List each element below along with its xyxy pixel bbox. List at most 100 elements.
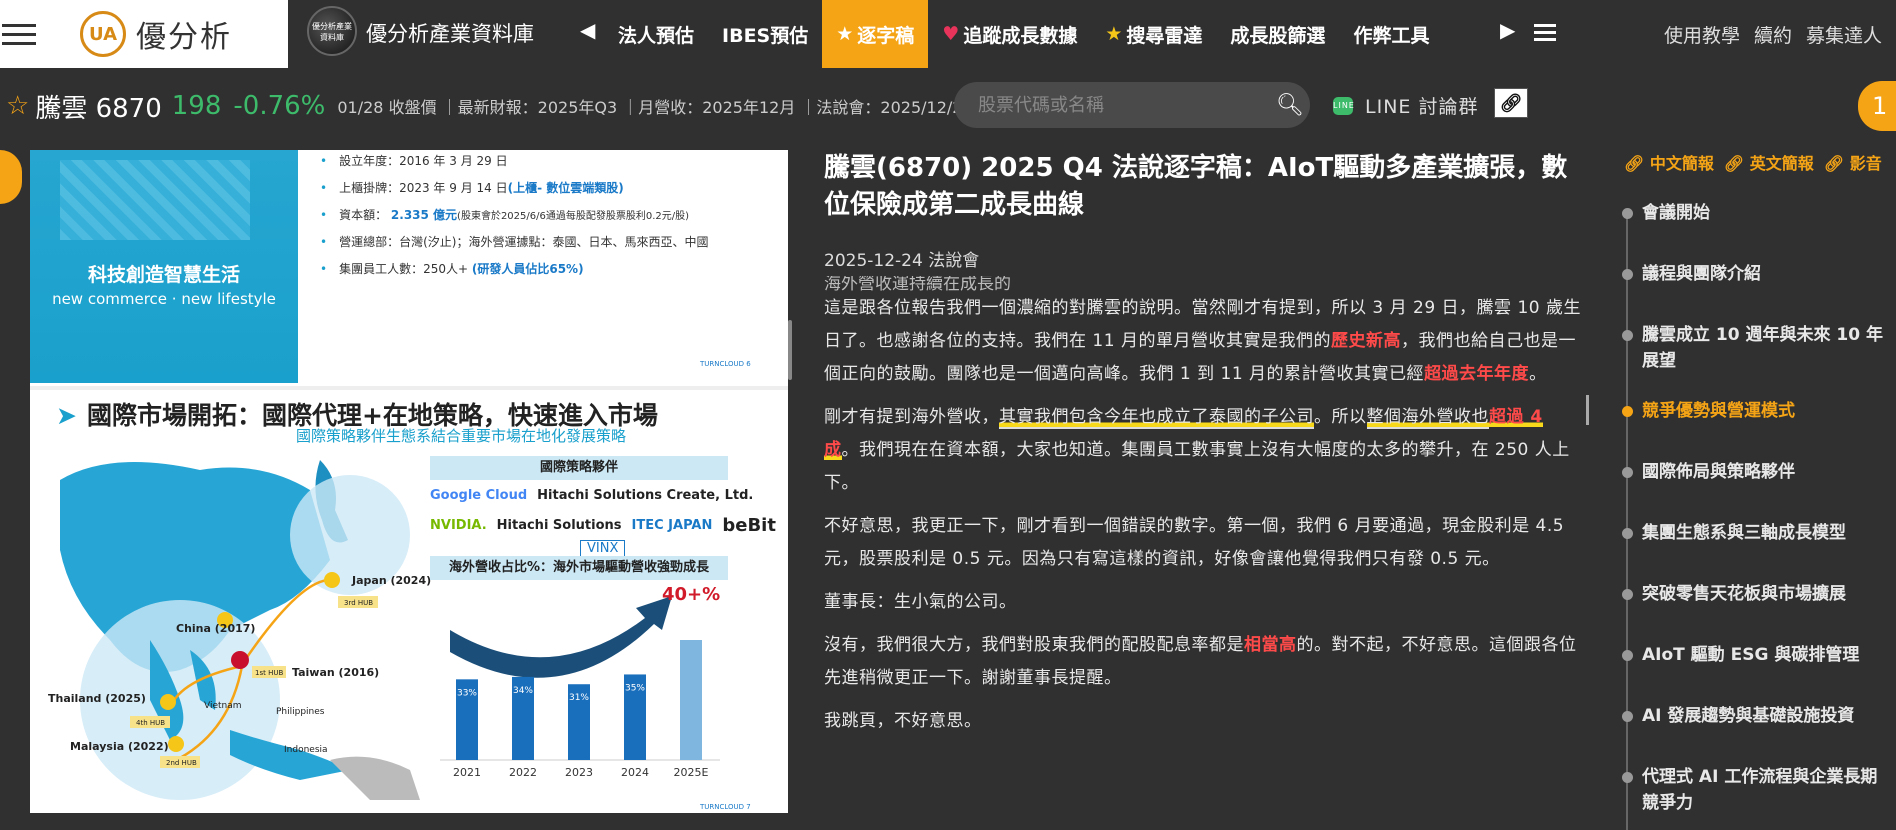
chart-value-label: 31% bbox=[569, 693, 589, 703]
logo-icon[interactable]: UA bbox=[80, 11, 126, 57]
toc-link-2[interactable]: 🔗︎ 影音 bbox=[1824, 150, 1882, 174]
malaysia-pin-icon bbox=[168, 736, 184, 752]
overseas-revenue-note: 海外營收占比%：海外市場驅動營收強勁成長 bbox=[430, 556, 728, 580]
toc-item[interactable]: 代理式 AI 工作流程與企業長期競爭力 bbox=[1622, 764, 1884, 816]
link-icon: 🔗︎ bbox=[1624, 154, 1650, 173]
hub-badge: 1st HUB bbox=[255, 669, 283, 677]
slide-footer-2: TURNCLOUD 7 bbox=[700, 803, 751, 811]
hub-badge: 4th HUB bbox=[136, 719, 165, 727]
toc-item[interactable]: AIoT 驅動 ESG 與碳排管理 bbox=[1622, 642, 1884, 668]
article-scrollbar[interactable] bbox=[1586, 395, 1589, 425]
chart-category-label: 2021 bbox=[453, 766, 481, 779]
growth-arrow-icon bbox=[450, 596, 672, 678]
line-group-label: LINE 討論群 bbox=[1365, 96, 1479, 118]
paragraph-2: 剛才有提到海外營收，其實我們包含今年也成立了泰國的子公司。所以整個海外營收也超過… bbox=[824, 407, 1570, 493]
map-label: Philippines bbox=[276, 707, 325, 717]
nav-item-4[interactable]: ★ 搜尋雷達 bbox=[1091, 0, 1216, 68]
article-body: 這是跟各位報告我們一個濃縮的對騰雲的說明。當然剛才有提到，所以 3 月 29 日… bbox=[824, 292, 1584, 748]
itec-logo: ITEC JAPAN bbox=[631, 518, 713, 533]
clipped-line: 海外營收運持續在成長的 bbox=[824, 276, 1011, 292]
nav-item-3[interactable]: ♥ 追蹤成長數據 bbox=[928, 0, 1091, 68]
toc-dot-icon bbox=[1622, 711, 1633, 722]
hamburger-icon[interactable] bbox=[2, 18, 36, 51]
map-label: Taiwan (2016) bbox=[292, 666, 379, 679]
paragraph-4: 董事長：生小氣的公司。 bbox=[824, 592, 1017, 612]
toc-item[interactable]: 突破零售天花板與市場擴展 bbox=[1622, 581, 1884, 607]
toc-item[interactable]: 國際佈局與策略夥伴 bbox=[1622, 459, 1884, 485]
toc-item[interactable]: AI 發展趨勢與基礎設施投資 bbox=[1622, 703, 1884, 729]
map-label: China (2017) bbox=[176, 622, 255, 635]
favorite-star-icon[interactable]: ☆ bbox=[6, 91, 29, 121]
nav-item-5[interactable]: 成長股篩選 bbox=[1216, 0, 1339, 68]
article-title: 騰雲(6870) 2025 Q4 法說逐字稿：AIoT驅動多產業擴張，數位保險成… bbox=[824, 153, 1568, 220]
toc-item[interactable]: 集團生態系與三軸成長模型 bbox=[1622, 520, 1884, 546]
fact-item: 資本額： 2.335 億元(股東會於2025/6/6通過每股配發股票股利0.2元… bbox=[320, 206, 708, 233]
search-input[interactable] bbox=[954, 94, 1270, 116]
brand-name[interactable]: 優分析產業資料庫 bbox=[366, 18, 534, 48]
toc-dot-icon bbox=[1622, 467, 1633, 478]
chart-category-label: 2025E bbox=[674, 766, 709, 779]
hub-badge: 3rd HUB bbox=[344, 599, 373, 607]
top-link-2[interactable]: 募集達人 bbox=[1806, 21, 1882, 48]
side-tip-tab[interactable] bbox=[0, 150, 22, 204]
japan-pin-icon bbox=[324, 572, 340, 588]
link-icon: 🔗︎ bbox=[1723, 154, 1750, 173]
nav-prev-arrow-icon[interactable]: ◀ bbox=[580, 18, 595, 42]
map-label: Malaysia (2022) bbox=[70, 740, 169, 753]
toc-item[interactable]: 競爭優勢與營運模式 bbox=[1622, 398, 1884, 424]
menu-icon[interactable] bbox=[1534, 20, 1556, 45]
heart-icon: ♥ bbox=[942, 23, 960, 45]
hub-badge: 2nd HUB bbox=[166, 759, 197, 767]
nav-item-1[interactable]: IBES預估 bbox=[708, 0, 822, 68]
nav-next-arrow-icon[interactable]: ▶ bbox=[1500, 18, 1515, 42]
logo-text[interactable]: 優分析 bbox=[136, 12, 232, 56]
database-logo-icon[interactable]: 優分析產業資料庫 bbox=[307, 6, 357, 56]
link-icon: 🔗︎ bbox=[1823, 154, 1850, 173]
vinx-logo: VINX bbox=[580, 540, 626, 557]
slide-divider bbox=[30, 386, 788, 390]
search-icon[interactable]: 🔍︎ bbox=[1270, 93, 1310, 118]
fact-item: 設立年度：2016 年 3 月 29 日 bbox=[320, 152, 708, 179]
chart-value-label: 34% bbox=[513, 686, 533, 696]
nav-item-0[interactable]: 法人預估 bbox=[604, 0, 708, 68]
paragraph-5: 沒有，我們很大方，我們對股東我們的配股配息率都是相當高的。對不起，不好意思。這個… bbox=[824, 635, 1577, 688]
toc-dot-icon bbox=[1622, 406, 1633, 417]
line-group-link[interactable]: LINE LINE 討論群 bbox=[1333, 92, 1478, 119]
stock-meta: 01/28 收盤價 ｜最新財報：2025年Q3 ｜月營收：2025年12月 ｜法… bbox=[337, 98, 973, 117]
toc-dot-icon bbox=[1622, 208, 1633, 219]
fact-item: 營運總部：台灣(汐止)；海外營運據點：泰國、日本、馬來西亞、中國 bbox=[320, 233, 708, 260]
toc-link-0[interactable]: 🔗︎ 中文簡報 bbox=[1624, 150, 1714, 174]
article-date: 2025-12-24 法說會 bbox=[824, 251, 980, 271]
banner-tagline-en: new commerce · new lifestyle bbox=[52, 290, 276, 308]
stock-name: 騰雲 6870 bbox=[35, 93, 162, 124]
asia-map: China (2017) Japan (2024) Taiwan (2016) … bbox=[48, 460, 431, 800]
nav-item-6[interactable]: 作弊工具 bbox=[1339, 0, 1443, 68]
nav-item-2[interactable]: ★ 逐字稿 bbox=[822, 0, 929, 68]
notification-badge[interactable]: 1 bbox=[1858, 81, 1896, 131]
isometric-city-illustration bbox=[60, 160, 250, 240]
company-banner: 科技創造智慧生活 new commerce · new lifestyle bbox=[30, 150, 298, 383]
toc-item[interactable]: 議程與團隊介紹 bbox=[1622, 261, 1884, 287]
toc-item[interactable]: 騰雲成立 10 週年與未來 10 年展望 bbox=[1622, 322, 1884, 374]
chart-category-label: 2022 bbox=[509, 766, 537, 779]
top-link-1[interactable]: 續約 bbox=[1754, 21, 1792, 48]
map-label: Japan (2024) bbox=[351, 574, 431, 587]
thailand-pin-icon bbox=[160, 694, 176, 710]
star-icon: ★ bbox=[836, 23, 854, 45]
slide-scrollbar[interactable] bbox=[788, 320, 792, 380]
stock-change: -0.76% bbox=[233, 91, 326, 121]
hitachi-solutions-logo: Hitachi Solutions bbox=[496, 518, 622, 533]
fact-item: 集團員工人數：250人+ (研發人員佔比65%) bbox=[320, 260, 708, 287]
paragraph-3: 不好意思，我更正一下，剛才看到一個錯誤的數字。第一個，我們 6 月要通過，現金股… bbox=[824, 516, 1565, 569]
slide-viewer: 科技創造智慧生活 new commerce · new lifestyle 設立… bbox=[30, 150, 788, 813]
chevron-icon: ➤ bbox=[56, 401, 77, 430]
search-box: 🔍︎ bbox=[954, 82, 1310, 128]
toc-dot-icon bbox=[1622, 269, 1633, 280]
map-label: Thailand (2025) bbox=[48, 692, 146, 705]
toc-item[interactable]: 會議開始 bbox=[1622, 200, 1884, 226]
top-link-0[interactable]: 使用教學 bbox=[1664, 21, 1740, 48]
toc-link-1[interactable]: 🔗︎ 英文簡報 bbox=[1724, 150, 1814, 174]
copy-link-icon[interactable]: 🔗︎ bbox=[1494, 88, 1528, 118]
map-label: Indonesia bbox=[284, 745, 328, 755]
line-icon: LINE bbox=[1333, 96, 1354, 115]
